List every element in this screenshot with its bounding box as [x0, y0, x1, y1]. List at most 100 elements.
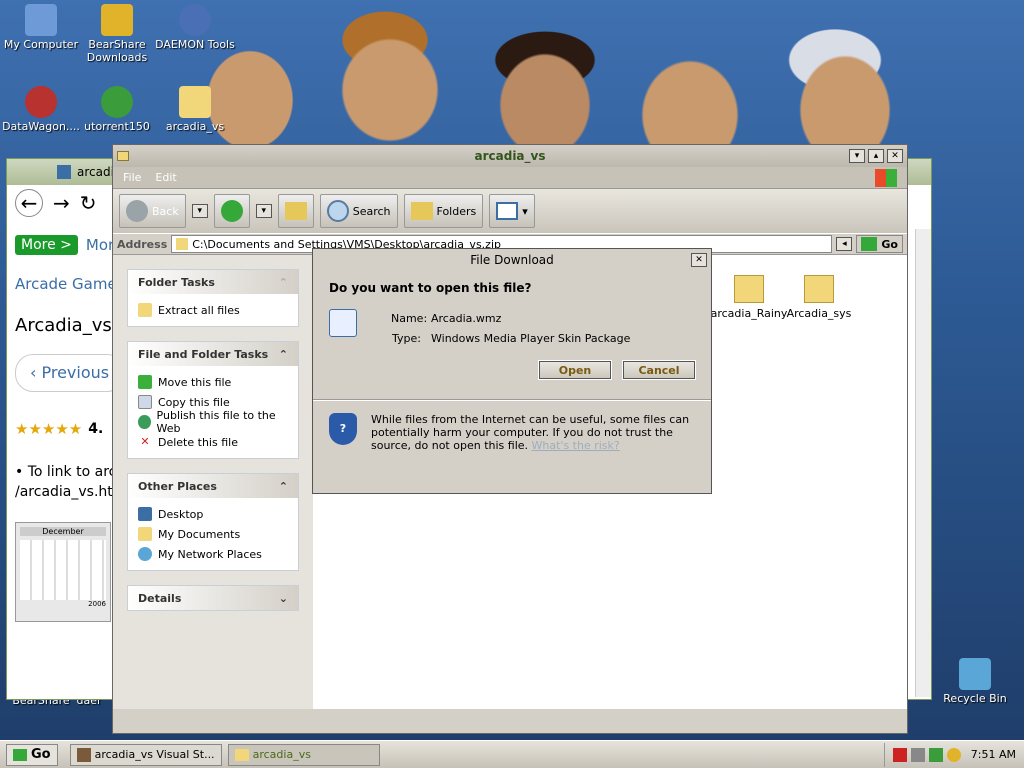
my-computer-icon: [25, 4, 57, 36]
calendar-month: December: [20, 527, 106, 536]
taskbar-item-explorer[interactable]: arcadia_vs: [227, 743, 380, 766]
minimize-button[interactable]: ▾: [849, 149, 865, 163]
desktop-icon-utorrent[interactable]: utorrent150: [76, 86, 158, 133]
tray-icon-1[interactable]: [892, 747, 907, 762]
task-move[interactable]: Move this file: [138, 372, 288, 392]
back-icon: [126, 200, 148, 222]
clock[interactable]: 7:51 AM: [971, 748, 1016, 761]
menu-edit[interactable]: Edit: [155, 171, 176, 184]
desktop: My Computer BearShare Downloads DAEMON T…: [0, 0, 1024, 740]
collapse-icon: ⌃: [278, 275, 288, 289]
desktop-icon-my-computer[interactable]: My Computer: [0, 4, 82, 51]
other-places-header[interactable]: Other Places ⌃: [128, 474, 298, 498]
reload-icon[interactable]: ↻: [80, 191, 97, 215]
cancel-button[interactable]: Cancel: [622, 360, 696, 380]
globe-icon: [138, 415, 151, 429]
start-button[interactable]: Go: [6, 743, 58, 766]
place-my-documents[interactable]: My Documents: [138, 524, 288, 544]
extract-icon: [138, 303, 152, 317]
tray-icon-4[interactable]: [946, 747, 961, 762]
rating-stars: ★★★★★: [15, 420, 83, 438]
zip-folder-icon: [804, 275, 834, 303]
risk-link[interactable]: What's the risk?: [532, 439, 620, 452]
close-button[interactable]: ✕: [887, 149, 903, 163]
collapse-icon: ⌃: [278, 347, 288, 361]
zip-folder-icon: [179, 86, 211, 118]
folder-up-icon: [284, 202, 307, 220]
search-button[interactable]: Search: [319, 194, 398, 228]
up-button[interactable]: [277, 194, 314, 228]
previous-button[interactable]: ‹ Previous I: [15, 354, 125, 392]
file-item-sys[interactable]: Arcadia_sys: [779, 275, 859, 320]
forward-button[interactable]: [213, 194, 250, 228]
place-desktop[interactable]: Desktop: [138, 504, 288, 524]
file-download-dialog[interactable]: File Download ✕ Do you want to open this…: [312, 248, 712, 494]
more-text[interactable]: Mor: [86, 236, 114, 254]
task-pane: Folder Tasks ⌃ Extract all files File and…: [113, 255, 313, 709]
taskbar-item-browser[interactable]: arcadia_vs Visual St...: [69, 743, 222, 766]
warning-text: While files from the Internet can be use…: [371, 413, 690, 452]
name-label: Name:: [391, 312, 428, 325]
other-places-panel: Other Places ⌃ Desktop My Documents My Ne…: [127, 473, 299, 571]
browser-scrollbar[interactable]: [915, 229, 931, 697]
go-button[interactable]: Go: [856, 235, 903, 253]
type-value: Windows Media Player Skin Package: [431, 332, 631, 345]
address-dropdown[interactable]: ◂: [836, 237, 853, 251]
desktop-icon-bearshare-downloads[interactable]: BearShare Downloads: [76, 4, 158, 64]
file-folder-tasks-panel: File and Folder Tasks ⌃ Move this file Co…: [127, 341, 299, 459]
folders-button[interactable]: Folders: [403, 194, 484, 228]
maximize-button[interactable]: ▴: [868, 149, 884, 163]
forward-arrow-icon[interactable]: →: [53, 191, 70, 215]
task-extract-all[interactable]: Extract all files: [138, 300, 288, 320]
desktop-icon-daemon-tools[interactable]: DAEMON Tools: [154, 4, 236, 51]
start-arrow-icon: [13, 748, 27, 761]
toolbar: Back ▾ ▾ Search Folders ▾: [113, 189, 907, 233]
media-player-icon: [329, 309, 357, 337]
place-network[interactable]: My Network Places: [138, 544, 288, 564]
desktop-icon-datawagon[interactable]: DataWagon....: [0, 86, 82, 133]
file-folder-tasks-header[interactable]: File and Folder Tasks ⌃: [128, 342, 298, 366]
search-icon: [326, 200, 349, 222]
system-tray: 7:51 AM: [883, 742, 1024, 767]
go-arrow-icon: [861, 237, 878, 251]
expand-icon: ⌄: [278, 591, 288, 605]
dialog-body: Do you want to open this file? Name: Arca…: [313, 271, 711, 389]
views-icon: [496, 202, 519, 220]
open-button[interactable]: Open: [538, 360, 612, 380]
windows-logo-icon: [875, 168, 897, 187]
tray-icon-3[interactable]: [928, 747, 943, 762]
desktop-icon-recycle-bin[interactable]: Recycle Bin: [934, 658, 1016, 705]
zip-icon: [176, 238, 189, 250]
dialog-titlebar[interactable]: File Download ✕: [313, 249, 711, 271]
file-item-rainy[interactable]: arcadia_Rainy: [709, 275, 789, 320]
explorer-titlebar[interactable]: arcadia_vs ▾ ▴ ✕: [113, 145, 907, 167]
details-header[interactable]: Details ⌄: [128, 586, 298, 610]
views-button[interactable]: ▾: [489, 194, 535, 228]
app-icon: [76, 747, 91, 762]
daemon-tools-icon: [179, 4, 211, 36]
menu-bar: File Edit: [113, 167, 907, 189]
menu-file[interactable]: File: [123, 171, 141, 184]
folder-icon: [234, 748, 249, 761]
dialog-question: Do you want to open this file?: [329, 281, 532, 295]
folders-icon: [410, 202, 433, 220]
desktop-icon-arcadia-vs[interactable]: arcadia_vs: [154, 86, 236, 133]
dialog-close-button[interactable]: ✕: [691, 253, 707, 267]
task-delete[interactable]: ✕ Delete this file: [138, 432, 288, 452]
desktop-icon: [138, 507, 152, 521]
back-dropdown[interactable]: ▾: [191, 204, 208, 218]
tray-icon-2[interactable]: [910, 747, 925, 762]
documents-icon: [138, 527, 152, 541]
shield-question-icon: ?: [329, 413, 357, 445]
back-button[interactable]: Back: [119, 194, 186, 228]
calendar-thumbnail[interactable]: December 2006: [15, 522, 111, 622]
more-button[interactable]: More >: [15, 235, 78, 255]
address-label: Address: [117, 237, 168, 251]
type-label: Type:: [392, 332, 421, 345]
back-arrow-icon[interactable]: ←: [15, 189, 43, 217]
forward-dropdown[interactable]: ▾: [255, 204, 272, 218]
folder-tasks-header[interactable]: Folder Tasks ⌃: [128, 270, 298, 294]
task-publish[interactable]: Publish this file to the Web: [138, 409, 288, 435]
calendar-grid: [20, 540, 106, 600]
browser-tab-title[interactable]: arcadi: [77, 165, 114, 179]
